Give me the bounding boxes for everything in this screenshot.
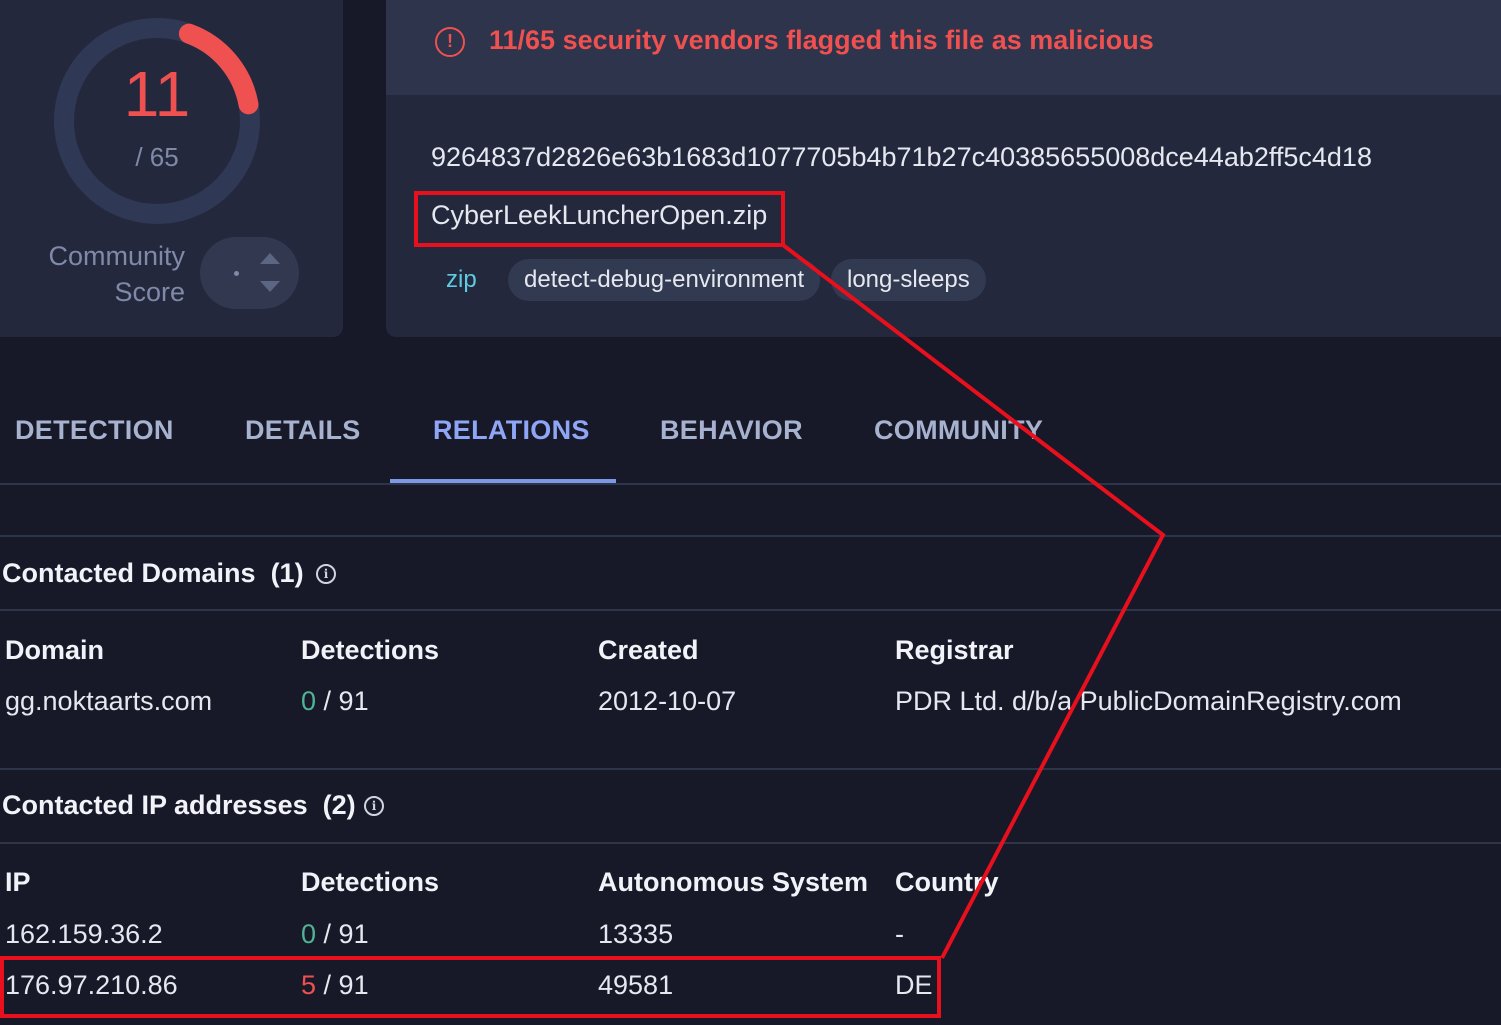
col-domain: Domain <box>5 635 105 665</box>
ip-detections: 5 / 91 <box>301 970 369 1001</box>
domain-registrar: PDR Ltd. d/b/a PublicDomainRegistry.com <box>895 686 1402 716</box>
malicious-alert-bar: ! 11/65 security vendors flagged this fi… <box>386 0 1501 95</box>
file-info-card: ! 11/65 security vendors flagged this fi… <box>386 0 1501 337</box>
ip-link[interactable]: 176.97.210.86 <box>5 970 178 1001</box>
tag-zip[interactable]: zip <box>430 259 493 301</box>
tag-detect-debug-environment[interactable]: detect-debug-environment <box>508 259 821 301</box>
tab-relations[interactable]: RELATIONS <box>433 415 590 446</box>
section-divider <box>0 609 1501 611</box>
section-title-text: Contacted IP addresses <box>2 790 308 820</box>
ip-detections: 0 / 91 <box>301 919 369 950</box>
ip-country: DE <box>895 970 933 1000</box>
domain-detections: 0 / 91 <box>301 686 369 717</box>
detection-count: 5 <box>301 970 317 1000</box>
detection-total: / 91 <box>323 970 369 1000</box>
downvote-icon[interactable] <box>260 281 280 292</box>
section-count: (2) <box>322 790 356 820</box>
contacted-domains-title: Contacted Domains (1) <box>2 558 304 589</box>
domain-created: 2012-10-07 <box>598 686 737 716</box>
tab-community[interactable]: COMMUNITY <box>874 415 1043 446</box>
tab-details[interactable]: DETAILS <box>245 415 361 446</box>
col-detections: Detections <box>301 867 440 897</box>
ip-country: - <box>895 919 904 949</box>
file-name: CyberLeekLuncherOpen.zip <box>431 200 768 230</box>
col-detections: Detections <box>301 635 440 665</box>
section-divider <box>0 842 1501 844</box>
community-score-label: Community Score <box>48 241 185 307</box>
col-created: Created <box>598 635 699 665</box>
tab-behavior[interactable]: BEHAVIOR <box>660 415 803 446</box>
info-icon[interactable]: i <box>316 564 336 584</box>
domain-link[interactable]: gg.noktaarts.com <box>5 686 212 717</box>
file-hash[interactable]: 9264837d2826e63b1683d1077705b4b71b27c403… <box>431 142 1372 173</box>
ip-as: 49581 <box>598 970 674 1000</box>
detection-count: 0 <box>301 686 317 716</box>
ip-as: 13335 <box>598 919 674 949</box>
detection-total: / 91 <box>323 686 369 716</box>
annotation-connector-line <box>781 243 1166 959</box>
col-registrar: Registrar <box>895 635 1014 665</box>
col-autonomous-system: Autonomous System <box>598 867 869 897</box>
vote-dot-icon <box>234 271 239 276</box>
tab-bar: DETECTION DETAILS RELATIONS BEHAVIOR COM… <box>0 395 1501 483</box>
upvote-icon[interactable] <box>260 253 280 264</box>
tab-detection[interactable]: DETECTION <box>15 415 174 446</box>
col-ip: IP <box>5 867 31 897</box>
section-divider <box>0 768 1501 770</box>
alert-text: 11/65 security vendors flagged this file… <box>489 25 1154 55</box>
tab-divider <box>0 483 1501 485</box>
section-divider <box>0 535 1501 537</box>
section-count: (1) <box>270 558 304 588</box>
detection-total: / 91 <box>323 919 369 949</box>
detected-count: 11 <box>123 58 191 130</box>
score-card: 11 / 65 Community Score <box>0 0 343 337</box>
tag-long-sleeps[interactable]: long-sleeps <box>831 259 986 301</box>
ip-link[interactable]: 162.159.36.2 <box>5 919 163 950</box>
exclamation-circle-icon: ! <box>435 27 465 57</box>
section-title-text: Contacted Domains <box>2 558 256 588</box>
col-country: Country <box>895 867 999 897</box>
community-vote-control[interactable] <box>200 237 299 309</box>
contacted-ips-title: Contacted IP addresses (2) <box>2 790 356 821</box>
total-vendors: / 65 <box>135 142 179 172</box>
info-icon[interactable]: i <box>364 796 384 816</box>
detection-count: 0 <box>301 919 317 949</box>
